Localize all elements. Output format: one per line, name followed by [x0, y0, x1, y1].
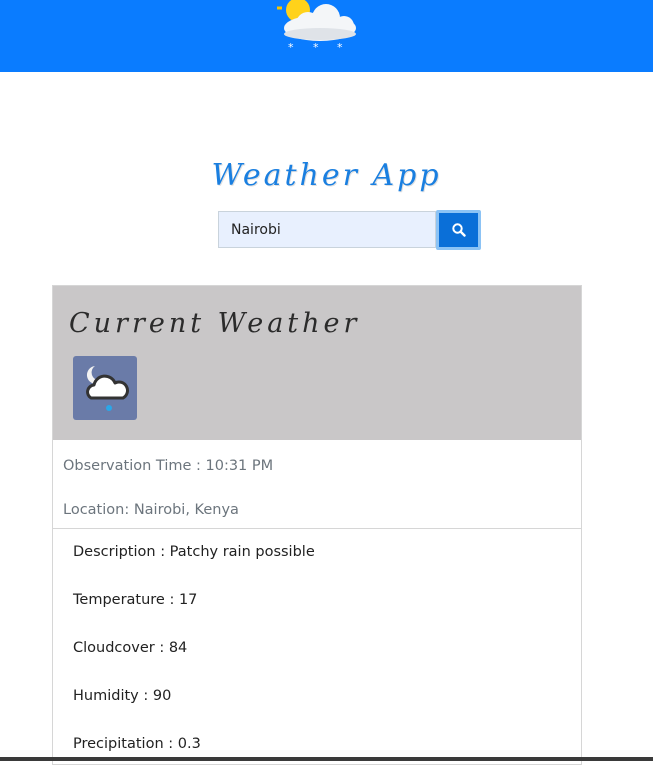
location: Location: Nairobi, Kenya — [63, 502, 239, 518]
search-icon — [451, 223, 466, 237]
search-button[interactable] — [436, 210, 481, 250]
svg-text:*: * — [288, 41, 294, 54]
observation-time: Observation Time : 10:31 PM — [63, 458, 274, 474]
app-title: Weather App — [211, 158, 442, 193]
night-cloud-rain-icon — [73, 356, 137, 420]
search-form — [218, 210, 481, 250]
sun-cloud-snow-icon: * * * — [277, 0, 356, 54]
card-header: Current Weather — [53, 286, 581, 440]
top-banner: * * * — [0, 0, 653, 72]
detail-humidity: Humidity : 90 — [73, 688, 172, 704]
svg-text:*: * — [337, 41, 343, 54]
search-input[interactable] — [218, 211, 436, 248]
svg-text:*: * — [313, 41, 319, 54]
detail-cloudcover: Cloudcover : 84 — [73, 640, 188, 656]
detail-description: Description : Patchy rain possible — [73, 544, 315, 560]
current-weather-card: Current Weather Observation Time : 10:31… — [52, 285, 582, 765]
bottom-bar — [0, 757, 653, 761]
detail-temperature: Temperature : 17 — [73, 592, 198, 608]
card-title: Current Weather — [69, 308, 361, 339]
detail-precipitation: Precipitation : 0.3 — [73, 736, 201, 752]
observation-section: Observation Time : 10:31 PM Location: Na… — [53, 440, 581, 529]
